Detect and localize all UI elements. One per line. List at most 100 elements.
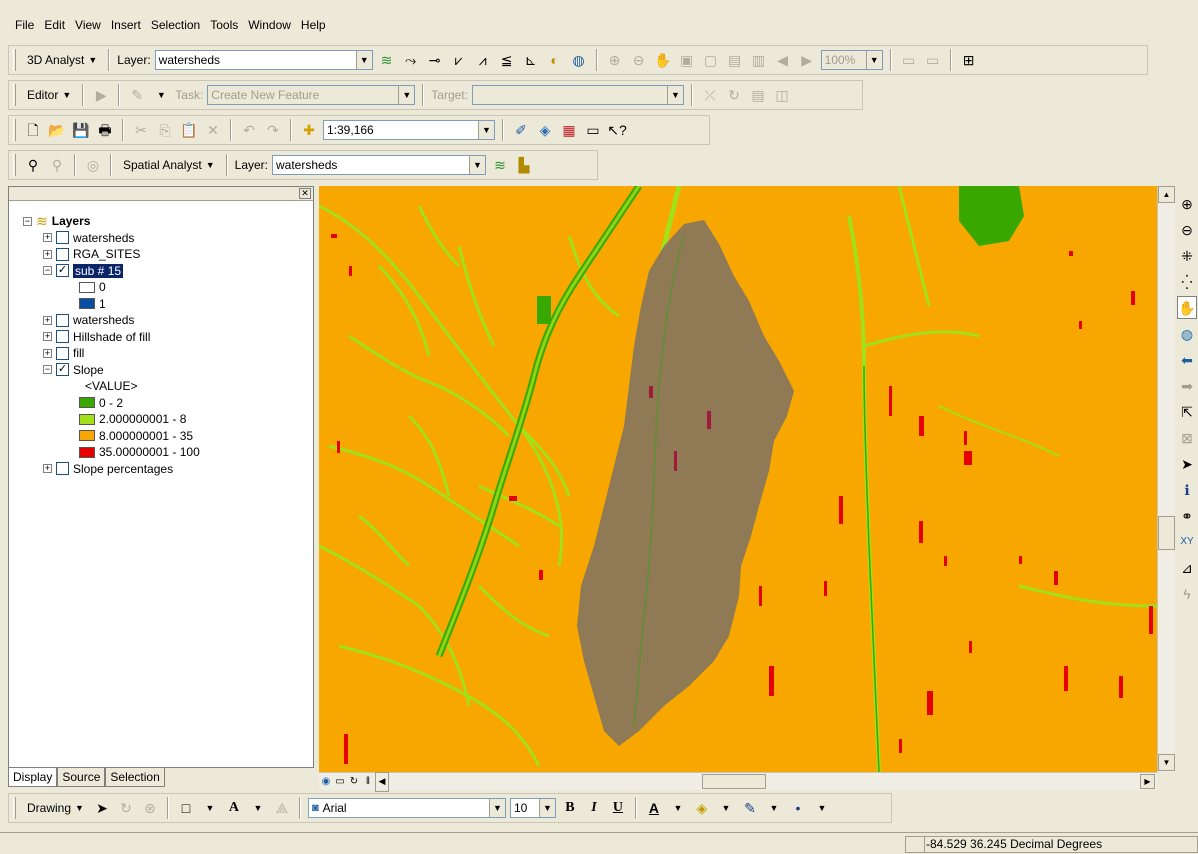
pause-drawing-icon[interactable]: ‖: [361, 772, 375, 792]
scroll-thumb[interactable]: [1158, 516, 1175, 550]
tab-source[interactable]: Source: [57, 768, 106, 787]
select-elements-arrow-icon[interactable]: ➤: [92, 798, 112, 818]
zoom-100-icon[interactable]: ▢: [701, 50, 721, 70]
bold-button[interactable]: B: [560, 798, 580, 818]
menu-window[interactable]: Window: [243, 18, 296, 32]
zoom-whole-page-icon[interactable]: ▣: [677, 50, 697, 70]
3d-layer-select[interactable]: watersheds ▼: [154, 50, 373, 70]
underline-button[interactable]: U: [608, 798, 628, 818]
arcscene-icon[interactable]: ◐: [545, 50, 565, 70]
fill-color-icon[interactable]: ◈: [692, 798, 712, 818]
zoom-in-fixed-icon[interactable]: ⊕: [605, 50, 625, 70]
effects-icon[interactable]: ◎: [83, 155, 103, 175]
layers-root[interactable]: − ≋ Layers: [23, 213, 313, 230]
drawing-dropdown[interactable]: Drawing ▼: [23, 797, 88, 819]
layer-checkbox-checked[interactable]: ✓: [56, 363, 69, 377]
expand-icon[interactable]: +: [43, 249, 52, 259]
task-select[interactable]: Create New Feature ▼: [207, 85, 416, 105]
arccatalog-icon[interactable]: ◈: [535, 120, 555, 140]
arctoolbox-icon[interactable]: ▦: [559, 120, 579, 140]
sketch-tool-icon[interactable]: ✎: [127, 85, 147, 105]
chevron-down-icon[interactable]: ▼: [355, 51, 372, 69]
legend-item[interactable]: 0: [23, 279, 313, 296]
layer-checkbox[interactable]: [56, 462, 69, 476]
cut-icon[interactable]: ✂: [131, 120, 151, 140]
legend-item[interactable]: 35.00000001 - 100: [23, 444, 313, 461]
chevron-down-icon[interactable]: ▼: [538, 799, 555, 817]
layer-row[interactable]: + fill: [23, 345, 313, 362]
expand-icon[interactable]: +: [43, 348, 52, 358]
edit-tool-icon[interactable]: ▶: [91, 85, 111, 105]
paste-icon[interactable]: 📋: [179, 120, 199, 140]
target-select[interactable]: ▼: [471, 85, 684, 105]
layer-checkbox[interactable]: [56, 346, 69, 360]
select-features-icon[interactable]: ⇱: [1177, 400, 1197, 423]
toggle-draft-icon[interactable]: ▭: [899, 50, 919, 70]
zoom-to-extent-icon[interactable]: ▥: [749, 50, 769, 70]
redo-icon[interactable]: ↷: [263, 120, 283, 140]
forward-extent-icon[interactable]: ▶: [797, 50, 817, 70]
tab-display[interactable]: Display: [8, 768, 58, 787]
edit-vertices-icon[interactable]: ⟁: [272, 798, 292, 818]
layer-checkbox-checked[interactable]: ✓: [56, 264, 69, 278]
zoom-in-icon[interactable]: ⊕: [1177, 192, 1197, 215]
add-data-icon[interactable]: ✚: [299, 120, 319, 140]
collapse-icon[interactable]: −: [23, 216, 32, 226]
menu-help[interactable]: Help: [296, 18, 331, 32]
sketch-properties-icon[interactable]: ◫: [772, 85, 792, 105]
spatial-analyst-dropdown[interactable]: Spatial Analyst ▼: [119, 154, 219, 176]
editor-toolbar-icon[interactable]: ✐: [511, 120, 531, 140]
line-of-sight-icon[interactable]: ⊸: [425, 50, 445, 70]
toolbar-grip[interactable]: [13, 797, 16, 819]
layer-row[interactable]: − ✓ Slope: [23, 362, 313, 379]
editor-dropdown[interactable]: Editor ▼: [23, 84, 75, 106]
marker-color-icon[interactable]: •: [788, 798, 808, 818]
map-view[interactable]: [319, 186, 1157, 772]
go-to-xy-icon[interactable]: XY: [1177, 530, 1197, 553]
italic-button[interactable]: I: [584, 798, 604, 818]
zoom-to-selected-icon[interactable]: ⊛: [140, 798, 160, 818]
map-vertical-scrollbar[interactable]: ▲ ▼: [1157, 186, 1175, 772]
menu-file[interactable]: File: [10, 18, 39, 32]
fixed-zoom-in-icon[interactable]: ⁜: [1177, 244, 1197, 267]
3d-analyst-dropdown[interactable]: 3D Analyst ▼: [23, 49, 101, 71]
layer-checkbox[interactable]: [56, 247, 69, 261]
layout-view-icon[interactable]: ▭: [333, 772, 347, 792]
font-size-select[interactable]: 10 ▼: [509, 798, 556, 818]
expand-icon[interactable]: +: [43, 233, 52, 243]
expand-icon[interactable]: +: [43, 464, 52, 474]
zoom-percent-select[interactable]: 100% ▼: [820, 50, 883, 70]
pan-page-icon[interactable]: ✋: [653, 50, 673, 70]
new-document-icon[interactable]: 🗋: [23, 120, 43, 140]
rotate-element-icon[interactable]: ↻: [116, 798, 136, 818]
layer-checkbox[interactable]: [56, 231, 69, 245]
tab-selection[interactable]: Selection: [105, 768, 165, 787]
rotate-tool-icon[interactable]: ↻: [724, 85, 744, 105]
whats-this-icon[interactable]: ↖?: [607, 120, 627, 140]
toolbar-grip[interactable]: [13, 49, 16, 71]
legend-item[interactable]: 0 - 2: [23, 395, 313, 412]
menu-selection[interactable]: Selection: [146, 18, 205, 32]
line-color-dropdown-icon[interactable]: ▼: [764, 798, 784, 818]
menu-tools[interactable]: Tools: [205, 18, 243, 32]
interpolate-polygon-icon[interactable]: ≦: [497, 50, 517, 70]
chevron-down-icon[interactable]: ▼: [666, 86, 683, 104]
menu-view[interactable]: View: [70, 18, 106, 32]
fixed-zoom-icon[interactable]: ▤: [725, 50, 745, 70]
measure-icon[interactable]: ⊿: [1177, 556, 1197, 579]
sketch-dropdown-icon[interactable]: ▼: [151, 85, 171, 105]
focus-data-frame-icon[interactable]: ▭: [923, 50, 943, 70]
scroll-down-icon[interactable]: ▼: [1158, 754, 1175, 771]
arcglobe-icon[interactable]: ◍: [569, 50, 589, 70]
map-canvas[interactable]: [319, 186, 1157, 772]
spatial-layer-select[interactable]: watersheds ▼: [272, 155, 486, 175]
hyperlink-icon[interactable]: ϟ: [1177, 582, 1197, 605]
shape-dropdown-icon[interactable]: ▼: [200, 798, 220, 818]
layer-row[interactable]: + Slope percentages: [23, 461, 313, 478]
back-arrow-icon[interactable]: ⬅: [1177, 348, 1197, 371]
refresh-icon[interactable]: ↻: [347, 772, 361, 792]
profile-graph-icon[interactable]: ⊾: [521, 50, 541, 70]
rectangle-icon[interactable]: □: [176, 798, 196, 818]
zoom-out-fixed-icon[interactable]: ⊖: [629, 50, 649, 70]
layer-row[interactable]: + Hillshade of fill: [23, 329, 313, 346]
